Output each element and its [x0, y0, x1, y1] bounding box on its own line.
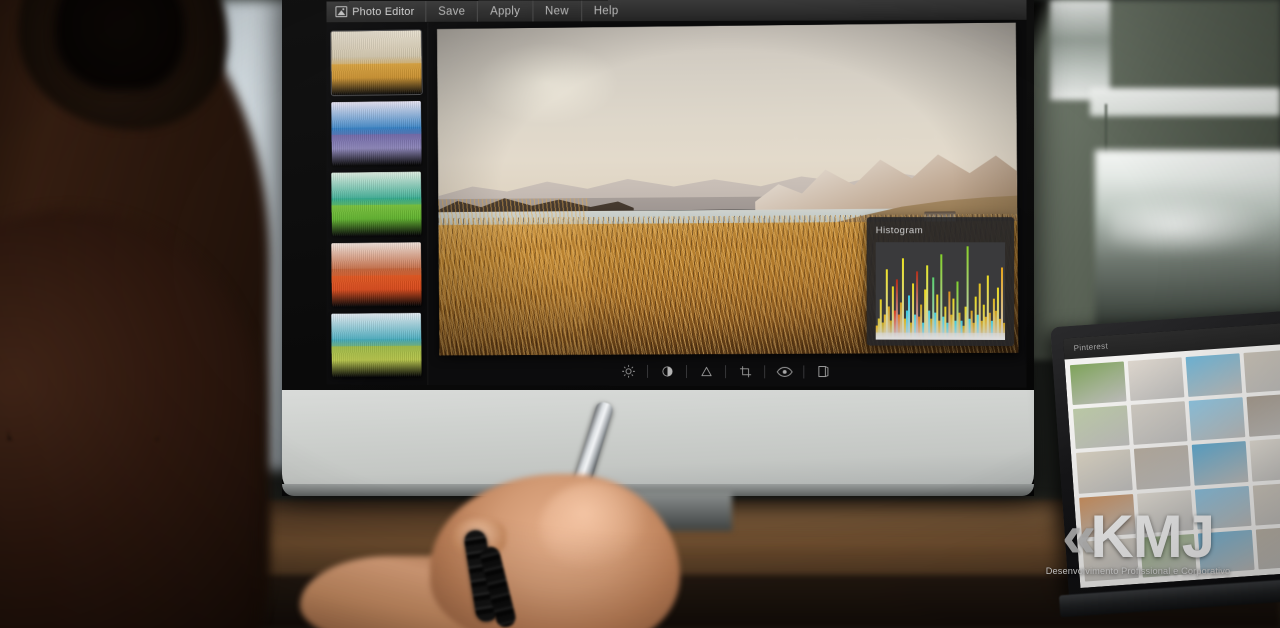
menu-label-apply: Apply — [490, 5, 521, 18]
contrast-icon[interactable] — [653, 361, 681, 380]
thumb-green[interactable] — [331, 171, 422, 237]
canvas-area: Histogram — [428, 21, 1026, 357]
laptop-grid-cell — [1069, 361, 1127, 406]
app-title-button[interactable]: Photo Editor — [326, 0, 427, 23]
app-body: Histogram — [326, 20, 1027, 388]
histogram-plot — [875, 242, 1006, 340]
watermark-brand: KMJ — [1090, 503, 1215, 571]
toolbar-separator — [764, 364, 766, 378]
toolbar-separator — [725, 364, 727, 378]
preview-eye-icon[interactable] — [770, 362, 798, 381]
image-icon — [335, 6, 348, 18]
toolbar-separator — [803, 364, 805, 378]
toolbar-separator — [685, 364, 687, 378]
brightness-icon[interactable] — [614, 361, 642, 380]
menu-item-help[interactable]: Help — [582, 0, 631, 21]
background-window-upper — [1050, 0, 1110, 100]
thumb-teal[interactable] — [331, 312, 422, 378]
window-blind — [1090, 88, 1280, 116]
menu-item-apply[interactable]: Apply — [478, 0, 534, 22]
watermark-chevron-icon: « — [1061, 502, 1097, 571]
laptop-grid-cell — [1188, 397, 1246, 442]
menu-item-new[interactable]: New — [533, 0, 582, 22]
histogram-bars — [875, 242, 1006, 340]
thumb-texture — [331, 312, 422, 378]
laptop-grid-cell — [1185, 353, 1243, 398]
person-hair — [55, 0, 185, 90]
menu-label-help: Help — [593, 4, 619, 17]
laptop-grid-cell — [1243, 349, 1280, 394]
laptop-grid-cell — [1249, 437, 1280, 482]
monitor-chin — [282, 390, 1034, 496]
laptop-grid-cell — [1072, 405, 1130, 450]
histogram-title: Histogram — [875, 225, 924, 237]
watermark-logo-row: « KMJ — [1061, 502, 1215, 571]
thumb-texture — [331, 171, 422, 237]
sharpen-icon[interactable] — [692, 362, 720, 381]
menu-label-new: New — [545, 4, 569, 17]
app-name-label: Photo Editor — [352, 5, 415, 18]
tool-strip — [428, 355, 1027, 388]
window-glow — [1110, 195, 1275, 255]
crop-icon[interactable] — [731, 362, 759, 381]
menu-label-save: Save — [438, 5, 466, 18]
thumb-texture — [331, 100, 422, 166]
thumb-golden[interactable] — [330, 29, 423, 97]
laptop-grid-cell — [1246, 393, 1280, 438]
thumb-orange[interactable] — [331, 242, 422, 307]
histogram-panel[interactable]: Histogram — [866, 217, 1015, 347]
person-arm-tattoo — [8, 300, 158, 440]
compare-icon[interactable] — [809, 362, 837, 381]
laptop-window-title: Pinterest — [1073, 341, 1109, 353]
scene-root: Photo Editor Save Apply New Help Histogr… — [0, 0, 1280, 628]
toolbar-separator — [647, 364, 649, 378]
imac-monitor: Photo Editor Save Apply New Help Histogr… — [282, 0, 1034, 531]
monitor-screen: Photo Editor Save Apply New Help Histogr… — [326, 0, 1027, 388]
laptop-grid-cell — [1076, 449, 1133, 494]
laptop-grid-cell — [1133, 445, 1191, 490]
menu-bar: Photo Editor Save Apply New Help — [326, 0, 1027, 24]
hand-knuckles — [540, 482, 650, 572]
histogram-baseline — [875, 332, 1006, 340]
laptop-grid-cell — [1127, 357, 1185, 402]
photo-editor-app: Photo Editor Save Apply New Help Histogr… — [326, 0, 1027, 388]
thumb-violet[interactable] — [331, 100, 422, 166]
canvas-region: Histogram — [428, 20, 1027, 388]
thumbnail-filmstrip[interactable] — [326, 22, 429, 386]
laptop-grid-cell — [1191, 441, 1249, 486]
laptop-grid-cell — [1130, 401, 1188, 446]
thumb-texture — [331, 30, 422, 96]
watermark: « KMJ Desenvolvimento Profissional e Cor… — [1013, 502, 1263, 585]
menu-item-save[interactable]: Save — [426, 0, 479, 22]
thumb-texture — [331, 242, 422, 307]
